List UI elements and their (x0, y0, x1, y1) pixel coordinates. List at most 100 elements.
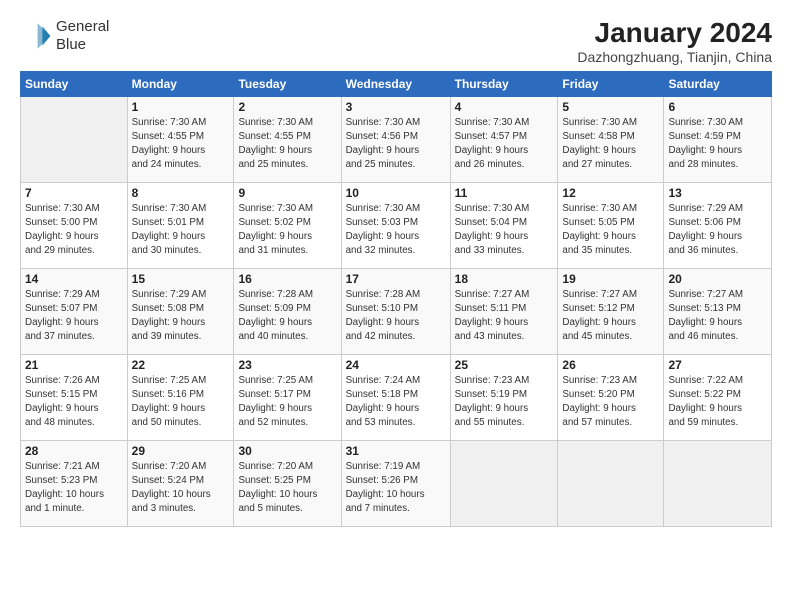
calendar-cell: 30 Sunrise: 7:20 AMSunset: 5:25 PMDayligh… (234, 440, 341, 526)
day-number: 5 (562, 100, 659, 114)
day-number: 20 (668, 272, 767, 286)
day-info: Sunrise: 7:30 AMSunset: 4:55 PMDaylight:… (132, 116, 230, 173)
day-number: 30 (238, 444, 336, 458)
day-info: Sunrise: 7:19 AMSunset: 5:26 PMDaylight:… (346, 460, 446, 517)
title-block: January 2024 Dazhongzhuang, Tianjin, Chi… (577, 18, 772, 65)
day-number: 13 (668, 186, 767, 200)
day-info: Sunrise: 7:30 AMSunset: 4:57 PMDaylight:… (455, 116, 554, 173)
calendar-cell: 7 Sunrise: 7:30 AMSunset: 5:00 PMDaylight… (21, 182, 128, 268)
calendar-cell: 16Sunrise: 7:28 AMSunset: 5:09 PMDayligh… (234, 268, 341, 354)
day-number: 23 (238, 358, 336, 372)
calendar-cell: 25 Sunrise: 7:23 AMSunset: 5:19 PMDayligh… (450, 354, 558, 440)
main-title: January 2024 (577, 18, 772, 49)
day-info: Sunrise: 7:30 AMSunset: 4:59 PMDaylight:… (668, 116, 767, 173)
calendar-cell: 26Sunrise: 7:23 AMSunset: 5:20 PMDayligh… (558, 354, 664, 440)
calendar-cell: 21Sunrise: 7:26 AMSunset: 5:15 PMDayligh… (21, 354, 128, 440)
day-number: 3 (346, 100, 446, 114)
calendar-cell: 15 Sunrise: 7:29 AMSunset: 5:08 PMDayligh… (127, 268, 234, 354)
calendar-cell (664, 440, 772, 526)
calendar-week-row: 7 Sunrise: 7:30 AMSunset: 5:00 PMDaylight… (21, 182, 772, 268)
day-number: 31 (346, 444, 446, 458)
calendar-cell: 29Sunrise: 7:20 AMSunset: 5:24 PMDayligh… (127, 440, 234, 526)
day-info: Sunrise: 7:27 AMSunset: 5:12 PMDaylight:… (562, 288, 659, 345)
calendar-cell: 18Sunrise: 7:27 AMSunset: 5:11 PMDayligh… (450, 268, 558, 354)
calendar-cell: 2 Sunrise: 7:30 AMSunset: 4:55 PMDaylight… (234, 96, 341, 182)
day-info: Sunrise: 7:28 AMSunset: 5:10 PMDaylight:… (346, 288, 446, 345)
day-number: 25 (455, 358, 554, 372)
day-number: 28 (25, 444, 123, 458)
day-info: Sunrise: 7:30 AMSunset: 5:01 PMDaylight:… (132, 202, 230, 259)
day-number: 1 (132, 100, 230, 114)
day-number: 9 (238, 186, 336, 200)
calendar-cell: 28 Sunrise: 7:21 AMSunset: 5:23 PMDayligh… (21, 440, 128, 526)
day-info: Sunrise: 7:24 AMSunset: 5:18 PMDaylight:… (346, 374, 446, 431)
day-info: Sunrise: 7:30 AMSunset: 4:55 PMDaylight:… (238, 116, 336, 173)
day-info: Sunrise: 7:23 AMSunset: 5:19 PMDaylight:… (455, 374, 554, 431)
day-info: Sunrise: 7:29 AMSunset: 5:08 PMDaylight:… (132, 288, 230, 345)
day-info: Sunrise: 7:30 AMSunset: 5:02 PMDaylight:… (238, 202, 336, 259)
day-header-sunday: Sunday (21, 71, 128, 96)
calendar-cell (450, 440, 558, 526)
day-info: Sunrise: 7:29 AMSunset: 5:06 PMDaylight:… (668, 202, 767, 259)
calendar-cell (558, 440, 664, 526)
day-number: 14 (25, 272, 123, 286)
header: General Blue January 2024 Dazhongzhuang,… (20, 18, 772, 65)
calendar-cell: 17 Sunrise: 7:28 AMSunset: 5:10 PMDayligh… (341, 268, 450, 354)
calendar-cell: 5Sunrise: 7:30 AMSunset: 4:58 PMDaylight… (558, 96, 664, 182)
logo: General Blue (20, 18, 109, 54)
day-info: Sunrise: 7:27 AMSunset: 5:13 PMDaylight:… (668, 288, 767, 345)
day-number: 27 (668, 358, 767, 372)
day-info: Sunrise: 7:30 AMSunset: 4:56 PMDaylight:… (346, 116, 446, 173)
day-number: 6 (668, 100, 767, 114)
calendar-week-row: 1 Sunrise: 7:30 AMSunset: 4:55 PMDaylight… (21, 96, 772, 182)
calendar-cell: 8Sunrise: 7:30 AMSunset: 5:01 PMDaylight… (127, 182, 234, 268)
day-header-saturday: Saturday (664, 71, 772, 96)
calendar-week-row: 21Sunrise: 7:26 AMSunset: 5:15 PMDayligh… (21, 354, 772, 440)
calendar-cell: 10 Sunrise: 7:30 AMSunset: 5:03 PMDayligh… (341, 182, 450, 268)
day-info: Sunrise: 7:20 AMSunset: 5:25 PMDaylight:… (238, 460, 336, 517)
day-header-monday: Monday (127, 71, 234, 96)
calendar-cell: 1 Sunrise: 7:30 AMSunset: 4:55 PMDaylight… (127, 96, 234, 182)
day-number: 10 (346, 186, 446, 200)
calendar-cell: 12Sunrise: 7:30 AMSunset: 5:05 PMDayligh… (558, 182, 664, 268)
day-info: Sunrise: 7:29 AMSunset: 5:07 PMDaylight:… (25, 288, 123, 345)
day-info: Sunrise: 7:30 AMSunset: 5:04 PMDaylight:… (455, 202, 554, 259)
day-info: Sunrise: 7:30 AMSunset: 5:03 PMDaylight:… (346, 202, 446, 259)
day-header-tuesday: Tuesday (234, 71, 341, 96)
calendar-cell: 23 Sunrise: 7:25 AMSunset: 5:17 PMDayligh… (234, 354, 341, 440)
day-info: Sunrise: 7:22 AMSunset: 5:22 PMDaylight:… (668, 374, 767, 431)
logo-text: General Blue (56, 18, 109, 54)
calendar-cell: 20 Sunrise: 7:27 AMSunset: 5:13 PMDayligh… (664, 268, 772, 354)
day-info: Sunrise: 7:21 AMSunset: 5:23 PMDaylight:… (25, 460, 123, 517)
calendar-cell (21, 96, 128, 182)
calendar-cell: 19Sunrise: 7:27 AMSunset: 5:12 PMDayligh… (558, 268, 664, 354)
calendar-cell: 11 Sunrise: 7:30 AMSunset: 5:04 PMDayligh… (450, 182, 558, 268)
day-number: 2 (238, 100, 336, 114)
calendar-header-row: SundayMondayTuesdayWednesdayThursdayFrid… (21, 71, 772, 96)
calendar-cell: 22Sunrise: 7:25 AMSunset: 5:16 PMDayligh… (127, 354, 234, 440)
day-header-thursday: Thursday (450, 71, 558, 96)
day-number: 7 (25, 186, 123, 200)
calendar-week-row: 28 Sunrise: 7:21 AMSunset: 5:23 PMDayligh… (21, 440, 772, 526)
day-info: Sunrise: 7:26 AMSunset: 5:15 PMDaylight:… (25, 374, 123, 431)
day-number: 11 (455, 186, 554, 200)
day-number: 17 (346, 272, 446, 286)
page: General Blue January 2024 Dazhongzhuang,… (0, 0, 792, 612)
day-info: Sunrise: 7:30 AMSunset: 5:00 PMDaylight:… (25, 202, 123, 259)
calendar-cell: 31 Sunrise: 7:19 AMSunset: 5:26 PMDayligh… (341, 440, 450, 526)
calendar-cell: 4 Sunrise: 7:30 AMSunset: 4:57 PMDaylight… (450, 96, 558, 182)
day-info: Sunrise: 7:28 AMSunset: 5:09 PMDaylight:… (238, 288, 336, 345)
calendar-cell: 24Sunrise: 7:24 AMSunset: 5:18 PMDayligh… (341, 354, 450, 440)
calendar-week-row: 14 Sunrise: 7:29 AMSunset: 5:07 PMDayligh… (21, 268, 772, 354)
day-info: Sunrise: 7:20 AMSunset: 5:24 PMDaylight:… (132, 460, 230, 517)
day-info: Sunrise: 7:23 AMSunset: 5:20 PMDaylight:… (562, 374, 659, 431)
day-header-wednesday: Wednesday (341, 71, 450, 96)
calendar-cell: 6 Sunrise: 7:30 AMSunset: 4:59 PMDaylight… (664, 96, 772, 182)
calendar-cell: 9 Sunrise: 7:30 AMSunset: 5:02 PMDaylight… (234, 182, 341, 268)
logo-line1: General (56, 18, 109, 36)
day-number: 4 (455, 100, 554, 114)
day-number: 15 (132, 272, 230, 286)
subtitle: Dazhongzhuang, Tianjin, China (577, 49, 772, 65)
day-info: Sunrise: 7:25 AMSunset: 5:17 PMDaylight:… (238, 374, 336, 431)
day-number: 18 (455, 272, 554, 286)
